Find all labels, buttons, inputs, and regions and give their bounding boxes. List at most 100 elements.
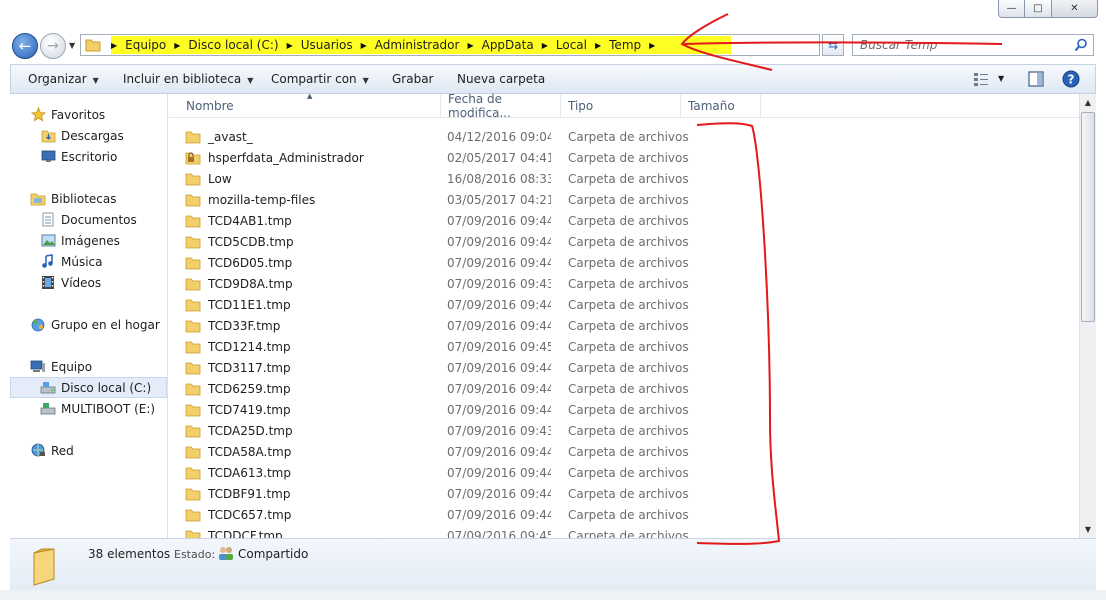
table-row[interactable]: TCDBF91.tmp 07/09/2016 09:44 ... Carpeta d…: [169, 483, 1079, 504]
search-box[interactable]: [852, 34, 1094, 56]
breadcrumb-local[interactable]: Local: [556, 38, 587, 52]
scroll-up-icon[interactable]: ▲: [1080, 94, 1096, 111]
table-row[interactable]: TCD11E1.tmp 07/09/2016 09:44 ... Carpeta d…: [169, 294, 1079, 315]
breadcrumb-disco-local[interactable]: Disco local (C:): [188, 38, 278, 52]
table-row[interactable]: TCDA613.tmp 07/09/2016 09:44 ... Carpeta d…: [169, 462, 1079, 483]
breadcrumb-equipo[interactable]: Equipo: [125, 38, 166, 52]
include-library-button[interactable]: Incluir en biblioteca ▼: [123, 72, 253, 86]
table-row[interactable]: TCD6259.tmp 07/09/2016 09:44 ... Carpeta d…: [169, 378, 1079, 399]
nav-item-images[interactable]: Imágenes: [10, 230, 167, 251]
file-type: Carpeta de archivos: [568, 465, 689, 480]
breadcrumb-arrow-icon[interactable]: ▶: [111, 41, 117, 50]
nav-item-computer[interactable]: Equipo: [10, 356, 167, 377]
shared-users-icon: [219, 547, 233, 560]
table-row[interactable]: TCDA25D.tmp 07/09/2016 09:43 ... Carpeta d…: [169, 420, 1079, 441]
folder-icon: [33, 548, 55, 586]
nav-item-downloads[interactable]: Descargas: [10, 125, 167, 146]
table-row[interactable]: TCDA58A.tmp 07/09/2016 09:44 ... Carpeta d…: [169, 441, 1079, 462]
breadcrumb-arrow-icon[interactable]: ▶: [361, 41, 367, 50]
scrollbar-thumb[interactable]: [1081, 112, 1095, 322]
breadcrumb-arrow-icon[interactable]: ▶: [595, 41, 601, 50]
file-date: 03/05/2017 04:21 ...: [447, 192, 551, 207]
change-view-icon[interactable]: [973, 71, 989, 87]
table-row[interactable]: hsperfdata_Administrador 02/05/2017 04:41…: [169, 147, 1079, 168]
item-count: 38 elementos: [88, 547, 171, 561]
breadcrumb-administrador[interactable]: Administrador: [375, 38, 460, 52]
minimize-icon[interactable]: —: [998, 0, 1025, 18]
nav-label: Favoritos: [51, 107, 106, 122]
breadcrumb-appdata[interactable]: AppData: [482, 38, 534, 52]
nav-item-videos[interactable]: Vídeos: [10, 272, 167, 293]
nav-item-libraries[interactable]: Bibliotecas: [10, 188, 167, 209]
images-icon: [40, 233, 56, 249]
file-list: _avast_ 04/12/2016 09:04 ... Carpeta de ar…: [169, 126, 1079, 538]
table-row[interactable]: TCD3117.tmp 07/09/2016 09:44 ... Carpeta d…: [169, 357, 1079, 378]
table-row[interactable]: TCDC657.tmp 07/09/2016 09:44 ... Carpeta d…: [169, 504, 1079, 525]
back-button[interactable]: ←: [12, 33, 38, 59]
state-value: Compartido: [238, 547, 309, 561]
file-name: TCDA613.tmp: [208, 465, 291, 480]
table-row[interactable]: TCD1214.tmp 07/09/2016 09:45 ... Carpeta d…: [169, 336, 1079, 357]
search-icon[interactable]: [1074, 38, 1088, 52]
nav-item-documents[interactable]: Documentos: [10, 209, 167, 230]
nav-item-music[interactable]: Música: [10, 251, 167, 272]
file-name: TCD9D8A.tmp: [208, 276, 293, 291]
preview-pane-icon[interactable]: [1028, 71, 1044, 87]
new-folder-button[interactable]: Nueva carpeta: [457, 72, 545, 86]
maximize-icon[interactable]: □: [1025, 0, 1052, 18]
refresh-button[interactable]: ⇆: [822, 34, 844, 56]
table-row[interactable]: TCD5CDB.tmp 07/09/2016 09:44 ... Carpeta d…: [169, 231, 1079, 252]
table-row[interactable]: TCDDCF.tmp 07/09/2016 09:45 ... Carpeta de…: [169, 525, 1079, 538]
scroll-down-icon[interactable]: ▼: [1080, 521, 1096, 538]
nav-item-local-disk[interactable]: Disco local (C:): [10, 377, 167, 398]
nav-item-multiboot[interactable]: MULTIBOOT (E:): [10, 398, 167, 419]
help-icon[interactable]: ?: [1062, 70, 1080, 88]
file-name: TCD1214.tmp: [208, 339, 291, 354]
address-bar[interactable]: ▶ Equipo ▶ Disco local (C:) ▶ Usuarios ▶…: [80, 34, 893, 56]
table-row[interactable]: TCD4AB1.tmp 07/09/2016 09:44 ... Carpeta d…: [169, 210, 1079, 231]
close-icon[interactable]: ✕: [1052, 0, 1098, 18]
file-name-cell: hsperfdata_Administrador: [185, 151, 364, 165]
table-row[interactable]: Low 16/08/2016 08:33 ... Carpeta de archiv…: [169, 168, 1079, 189]
breadcrumb-temp[interactable]: Temp: [609, 38, 641, 52]
recent-pages-chevron-down-icon[interactable]: ▼: [69, 41, 75, 50]
breadcrumb-arrow-icon[interactable]: ▶: [467, 41, 473, 50]
nav-item-network[interactable]: Red: [10, 440, 167, 461]
nav-item-favorites[interactable]: Favoritos: [10, 104, 167, 125]
nav-label: Grupo en el hogar: [51, 317, 160, 332]
folder-icon: [185, 466, 203, 480]
nav-label: Red: [51, 443, 74, 458]
breadcrumb-arrow-icon[interactable]: ▶: [542, 41, 548, 50]
breadcrumb-arrow-icon[interactable]: ▶: [287, 41, 293, 50]
forward-button[interactable]: →: [40, 33, 66, 59]
column-type[interactable]: Tipo: [561, 94, 681, 118]
table-row[interactable]: mozilla-temp-files 03/05/2017 04:21 ... Ca…: [169, 189, 1079, 210]
table-row[interactable]: TCD33F.tmp 07/09/2016 09:44 ... Carpeta de…: [169, 315, 1079, 336]
table-row[interactable]: TCD6D05.tmp 07/09/2016 09:44 ... Carpeta d…: [169, 252, 1079, 273]
burn-button[interactable]: Grabar: [392, 72, 434, 86]
share-with-button[interactable]: Compartir con ▼: [271, 72, 369, 86]
table-row[interactable]: _avast_ 04/12/2016 09:04 ... Carpeta de ar…: [169, 126, 1079, 147]
file-name: TCD11E1.tmp: [208, 297, 291, 312]
svg-text:?: ?: [1068, 73, 1075, 87]
table-row[interactable]: TCD9D8A.tmp 07/09/2016 09:43 ... Carpeta d…: [169, 273, 1079, 294]
nav-item-desktop[interactable]: Escritorio: [10, 146, 167, 167]
column-date[interactable]: Fecha de modifica...: [441, 92, 561, 120]
table-row[interactable]: TCD7419.tmp 07/09/2016 09:44 ... Carpeta d…: [169, 399, 1079, 420]
breadcrumb-arrow-icon[interactable]: ▶: [174, 41, 180, 50]
file-date: 07/09/2016 09:44 ...: [447, 465, 551, 480]
file-name: hsperfdata_Administrador: [208, 150, 364, 165]
chevron-down-icon: ▼: [362, 76, 369, 85]
column-size[interactable]: Tamaño: [681, 94, 761, 118]
column-name[interactable]: Nombre: [179, 94, 441, 118]
organize-button[interactable]: Organizar ▼: [28, 72, 99, 86]
vertical-scrollbar[interactable]: ▲ ▼: [1079, 94, 1096, 538]
file-name: mozilla-temp-files: [208, 192, 316, 207]
breadcrumb-usuarios[interactable]: Usuarios: [301, 38, 353, 52]
folder-icon: [185, 424, 203, 438]
view-options-chevron-down-icon[interactable]: ▼: [998, 74, 1004, 83]
nav-label: Música: [61, 254, 103, 269]
breadcrumb-arrow-icon[interactable]: ▶: [649, 41, 655, 50]
nav-item-homegroup[interactable]: Grupo en el hogar: [10, 314, 167, 335]
search-input[interactable]: [853, 35, 1063, 55]
